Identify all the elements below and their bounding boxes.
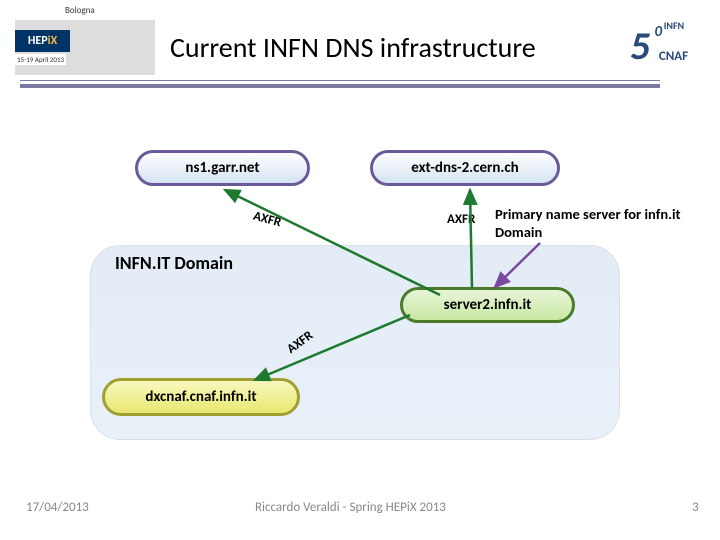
footer-date: 17/04/2013	[26, 500, 89, 515]
fifty-cnaf: CNAF	[659, 49, 688, 64]
fifty-main: 5 0 INFN CNAF	[630, 21, 650, 70]
footer-page-number: 3	[692, 500, 699, 515]
axfr-label-1: AXFR	[252, 209, 283, 231]
hepix-badge: HEPiX	[15, 30, 70, 52]
footer-author: Riccardo Veraldi - Spring HEPiX 2013	[255, 500, 446, 515]
infn-50-logo: 5 0 INFN CNAF	[580, 18, 700, 73]
primary-nameserver-annotation: Primary name server for infn.it Domain	[495, 205, 695, 241]
slide-title: Current INFN DNS infrastructure	[170, 30, 536, 65]
node-dxcnaf: dxcnaf.cnaf.infn.it	[102, 378, 300, 416]
hepix-prefix: HEP	[28, 34, 48, 48]
slide-header: Bologna HEPiX 15-19 April 2013 Current I…	[0, 0, 720, 95]
infn-domain-label: INFN.IT Domain	[115, 252, 233, 274]
axfr-label-2: AXFR	[447, 212, 475, 227]
node-ext-dns: ext-dns-2.cern.ch	[370, 150, 560, 186]
header-rule-thin	[20, 80, 660, 81]
fifty-zero: 0	[655, 23, 663, 41]
fifty-infn: INFN	[664, 19, 684, 32]
node-ns1: ns1.garr.net	[135, 150, 310, 186]
conference-dates: 15-19 April 2013	[15, 54, 66, 65]
bologna-label: Bologna	[62, 4, 98, 17]
header-rule-thick	[20, 84, 660, 88]
node-server2: server2.infn.it	[400, 287, 575, 323]
hepix-suffix: iX	[48, 34, 58, 48]
